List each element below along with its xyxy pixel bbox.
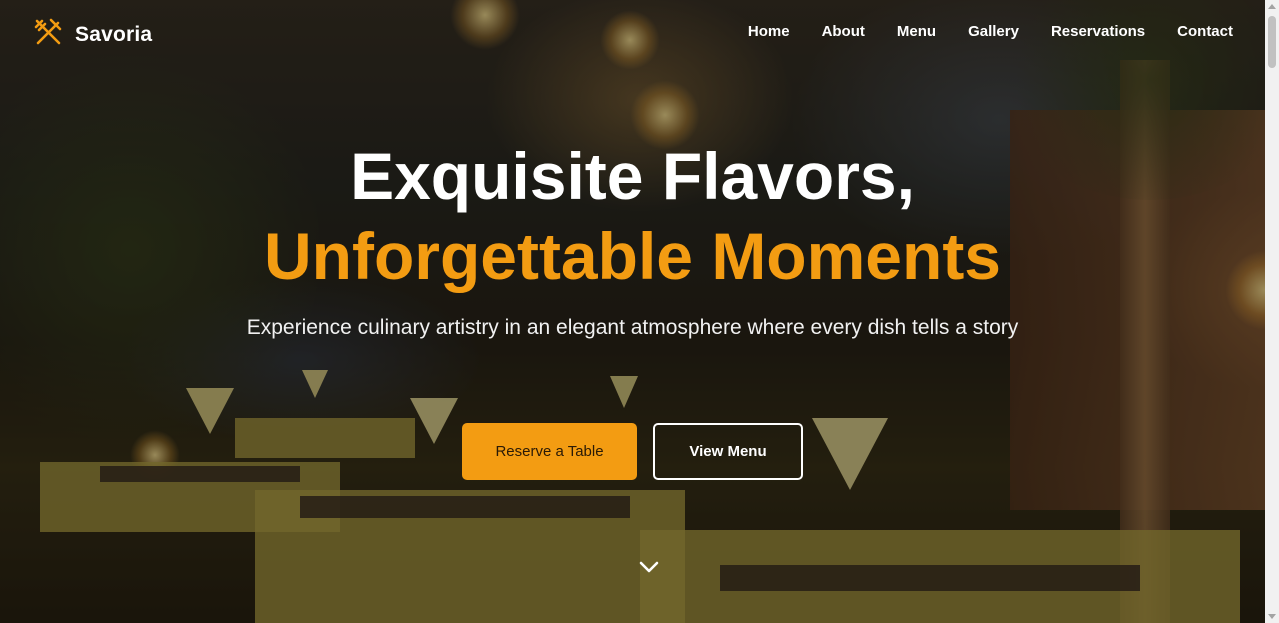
chevron-down-icon[interactable] (637, 556, 661, 578)
brand-name: Savoria (75, 22, 153, 46)
hero-title-line-2: Unforgettable Moments (263, 219, 1002, 293)
view-menu-button[interactable]: View Menu (653, 423, 803, 480)
utensils-icon (33, 17, 63, 52)
scroll-up-arrow-icon[interactable] (1268, 4, 1276, 9)
nav-link-reservations[interactable]: Reservations (1051, 23, 1145, 40)
top-navbar: Savoria Home About Menu Gallery Reservat… (0, 0, 1265, 64)
nav-link-home[interactable]: Home (748, 23, 790, 40)
hero-subtitle: Experience culinary artistry in an elega… (246, 316, 1019, 339)
scrollbar-thumb[interactable] (1268, 16, 1276, 68)
nav-link-menu[interactable]: Menu (897, 23, 936, 40)
nav-link-about[interactable]: About (822, 23, 865, 40)
reserve-table-button[interactable]: Reserve a Table (462, 423, 637, 480)
nav-link-gallery[interactable]: Gallery (968, 23, 1019, 40)
page-scrollbar[interactable] (1265, 0, 1279, 623)
nav-link-contact[interactable]: Contact (1177, 23, 1233, 40)
scroll-down-arrow-icon[interactable] (1268, 614, 1276, 619)
hero-title-line-1: Exquisite Flavors, (350, 139, 915, 213)
brand-logo[interactable]: Savoria (33, 17, 152, 52)
nav-menu: Home About Menu Gallery Reservations Con… (748, 23, 1233, 40)
